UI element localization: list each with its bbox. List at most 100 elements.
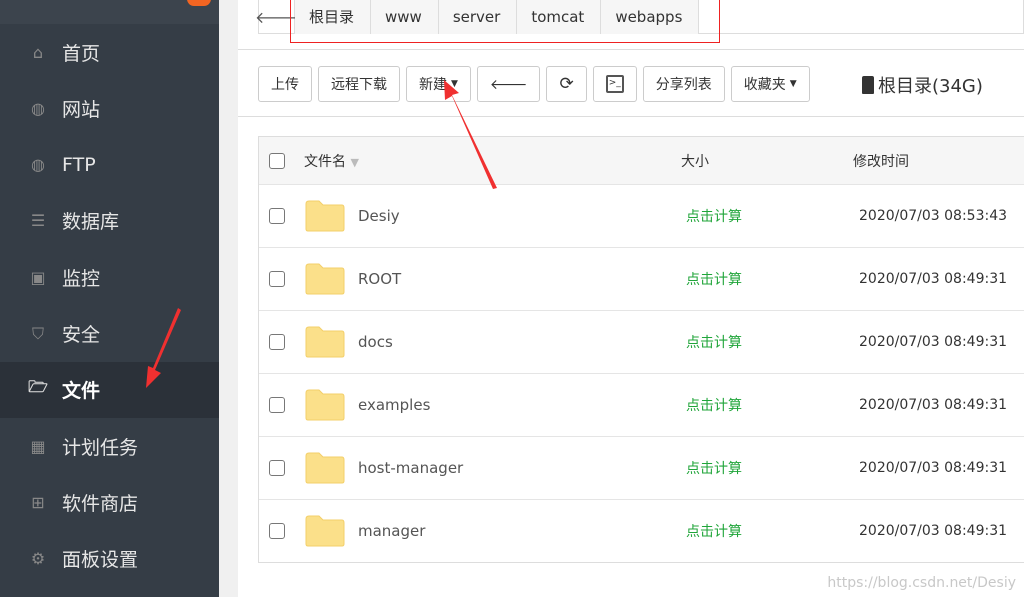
file-name-link[interactable]: docs [358, 333, 393, 351]
sidebar-item-label: 安全 [62, 324, 101, 346]
table-row[interactable]: host-manager 点击计算 2020/07/03 08:49:31 [259, 436, 1024, 499]
row-checkbox[interactable] [269, 397, 285, 413]
calc-size-link[interactable]: 点击计算 [686, 458, 742, 478]
table-header: 文件名 ▼ 大小 修改时间 [259, 137, 1024, 184]
caret-down-icon: ▼ [451, 79, 458, 89]
folder-icon [305, 326, 345, 358]
file-name-link[interactable]: ROOT [358, 270, 401, 288]
sidebar-header [0, 0, 219, 24]
database-icon: ☰ [30, 211, 46, 231]
sidebar-item-label: 数据库 [62, 211, 120, 234]
table-row[interactable]: docs 点击计算 2020/07/03 08:49:31 [259, 310, 1024, 373]
modified-time: 2020/07/03 08:49:31 [859, 334, 1008, 350]
globe-icon: ◍ [31, 98, 45, 118]
folder-icon [305, 515, 345, 547]
sidebar-item-1[interactable]: ◍ 网站 [0, 80, 219, 136]
column-name-header[interactable]: 文件名 ▼ [304, 151, 359, 171]
favorites-label: 收藏夹 [743, 77, 786, 93]
column-size-header: 大小 [681, 153, 709, 170]
sidebar-item-2[interactable]: ◍ FTP [0, 137, 219, 193]
sidebar-item-label: 软件商店 [62, 492, 139, 515]
row-checkbox[interactable] [269, 271, 285, 287]
table-row[interactable]: Desiy 点击计算 2020/07/03 08:53:43 [259, 184, 1024, 247]
file-name-link[interactable]: host-manager [358, 459, 463, 477]
favorites-dropdown-button[interactable]: 收藏夹 ▼ [730, 66, 810, 102]
sort-caret-icon: ▼ [350, 155, 359, 169]
sidebar-item-0[interactable]: ⌂ 首页 [0, 24, 219, 80]
modified-time: 2020/07/03 08:49:31 [859, 523, 1008, 539]
folder-icon [305, 389, 345, 421]
home-icon: ⌂ [32, 42, 44, 62]
shield-icon: ⛉ [31, 323, 44, 343]
new-dropdown-button[interactable]: 新建 ▼ [406, 66, 471, 102]
sidebar-item-8[interactable]: ⊞ 软件商店 [0, 474, 219, 530]
column-mtime-header: 修改时间 [853, 153, 909, 170]
sidebar-item-label: 面板设置 [62, 549, 139, 572]
disk-selector[interactable]: 根目录(34G) [862, 72, 983, 98]
new-label: 新建 [419, 77, 447, 93]
arrow-left-icon: 🡐 [489, 76, 528, 93]
folder-open-icon: 🗁 [28, 377, 48, 397]
refresh-icon: ⟳ [559, 74, 574, 94]
calc-size-link[interactable]: 点击计算 [686, 395, 742, 415]
gutter [219, 0, 238, 597]
calendar-icon: ▦ [30, 436, 46, 456]
file-table: 文件名 ▼ 大小 修改时间 Desiy 点击计算 2020/07/03 08:5… [258, 136, 1024, 563]
sidebar-item-label: 监控 [62, 267, 101, 290]
row-checkbox[interactable] [269, 523, 285, 539]
gear-icon: ⚙ [30, 549, 46, 569]
sidebar-item-label: 首页 [62, 42, 101, 65]
hard-drive-icon [862, 76, 874, 94]
back-dir-button[interactable]: 🡐 [476, 66, 541, 102]
watermark: https://blog.csdn.net/Desiy [827, 575, 1016, 591]
sidebar-item-3[interactable]: ☰ 数据库 [0, 193, 219, 249]
sidebar-item-7[interactable]: ▦ 计划任务 [0, 418, 219, 474]
calc-size-link[interactable]: 点击计算 [686, 206, 742, 226]
sidebar-item-label: 计划任务 [62, 436, 139, 459]
row-checkbox[interactable] [269, 460, 285, 476]
notification-badge[interactable] [187, 0, 211, 6]
sidebar-item-6[interactable]: 🗁 文件 [0, 361, 219, 418]
row-checkbox[interactable] [269, 208, 285, 224]
disk-label: 根目录(34G) [878, 76, 983, 97]
folder-icon [305, 452, 345, 484]
sidebar-item-label: 网站 [62, 98, 101, 121]
file-name-link[interactable]: examples [358, 396, 430, 414]
annotation-highlight-box [290, 0, 720, 43]
modified-time: 2020/07/03 08:49:31 [859, 460, 1008, 476]
table-row[interactable]: manager 点击计算 2020/07/03 08:49:31 [259, 499, 1024, 562]
sidebar-item-label: FTP [62, 153, 96, 176]
modified-time: 2020/07/03 08:49:31 [859, 397, 1008, 413]
file-name-link[interactable]: Desiy [358, 207, 400, 225]
toolbar: 上传 远程下载 新建 ▼ 🡐 ⟳ >_ 分享列表 收藏夹 ▼ [258, 66, 810, 102]
terminal-icon: >_ [605, 75, 624, 93]
divider [238, 49, 1024, 50]
sidebar-item-label: 文件 [62, 380, 101, 403]
sidebar-item-5[interactable]: ⛉ 安全 [0, 306, 219, 362]
monitor-icon: ▣ [30, 267, 46, 287]
refresh-button[interactable]: ⟳ [546, 66, 587, 102]
row-checkbox[interactable] [269, 334, 285, 350]
remote-download-button[interactable]: 远程下载 [318, 66, 400, 102]
calc-size-link[interactable]: 点击计算 [686, 521, 742, 541]
folder-icon [305, 263, 345, 295]
divider [238, 116, 1024, 117]
table-row[interactable]: examples 点击计算 2020/07/03 08:49:31 [259, 373, 1024, 436]
calc-size-link[interactable]: 点击计算 [686, 269, 742, 289]
modified-time: 2020/07/03 08:49:31 [859, 271, 1008, 287]
table-row[interactable]: ROOT 点击计算 2020/07/03 08:49:31 [259, 247, 1024, 310]
ftp-icon: ◍ [31, 155, 45, 175]
sidebar-item-4[interactable]: ▣ 监控 [0, 249, 219, 305]
upload-button[interactable]: 上传 [258, 66, 312, 102]
folder-icon [305, 200, 345, 232]
calc-size-link[interactable]: 点击计算 [686, 332, 742, 352]
share-list-button[interactable]: 分享列表 [642, 66, 725, 102]
file-name-link[interactable]: manager [358, 522, 425, 540]
sidebar: ⌂ 首页 ◍ 网站 ◍ FTP ☰ 数据库 ▣ 监控 ⛉ 安全 🗁 文件 ▦ 计划任务 ⊞ 软件商店 ⚙ 面板设置 [0, 0, 219, 597]
caret-down-icon: ▼ [789, 79, 797, 89]
modified-time: 2020/07/03 08:53:43 [859, 208, 1008, 224]
terminal-button[interactable]: >_ [592, 66, 637, 102]
select-all-checkbox[interactable] [269, 152, 285, 169]
apps-icon: ⊞ [31, 492, 45, 512]
sidebar-item-9[interactable]: ⚙ 面板设置 [0, 531, 219, 587]
